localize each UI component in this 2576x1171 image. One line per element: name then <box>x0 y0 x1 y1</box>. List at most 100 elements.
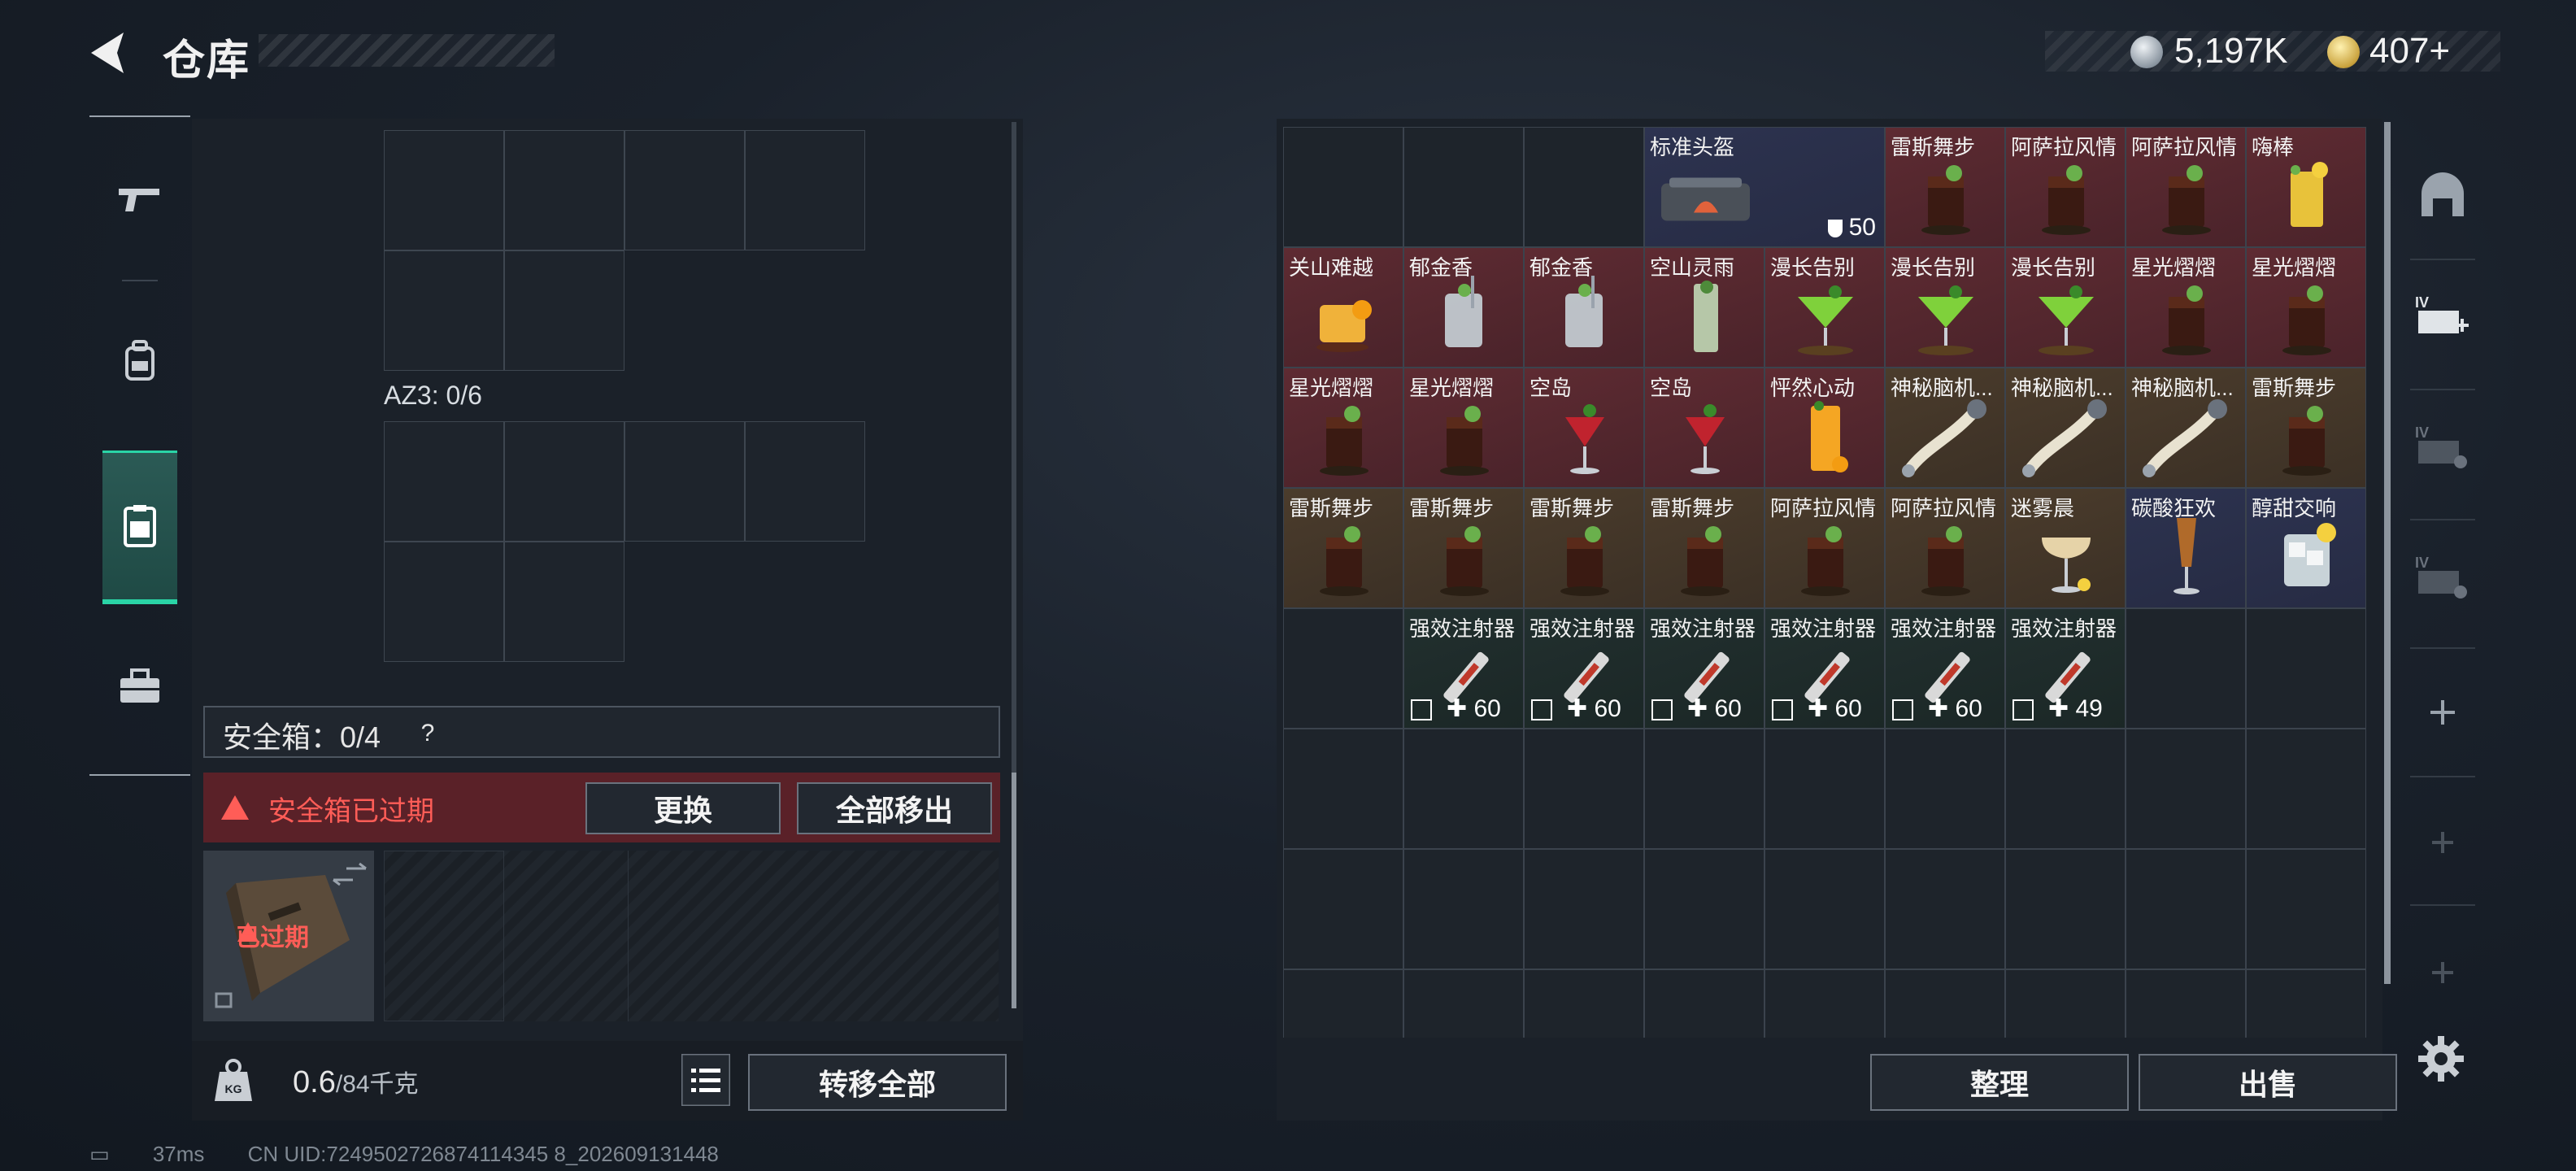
grid-slot[interactable] <box>624 421 745 542</box>
empty-slot[interactable] <box>2126 849 2246 969</box>
inventory-item[interactable]: 雷斯舞步 <box>1283 488 1403 608</box>
empty-slot[interactable] <box>2126 608 2246 729</box>
inventory-item[interactable]: 雷斯舞步 <box>1885 127 2005 247</box>
inventory-item[interactable]: 雷斯舞步 <box>1644 488 1764 608</box>
grid-slot[interactable] <box>504 421 624 542</box>
inventory-item[interactable]: 关山难越 <box>1283 247 1403 368</box>
empty-slot[interactable] <box>2246 608 2366 729</box>
inventory-item[interactable]: 空岛 <box>1524 368 1644 488</box>
back-arrow-icon[interactable] <box>85 28 135 78</box>
remove-all-button[interactable]: 全部移出 <box>797 782 992 834</box>
inventory-item[interactable]: 阿萨拉风情 <box>1885 488 2005 608</box>
grid-slot[interactable] <box>384 250 504 371</box>
grid-slot[interactable] <box>504 542 624 662</box>
storage-iv-locked-tab-1[interactable]: IV <box>2402 407 2483 488</box>
grid-slot[interactable] <box>384 542 504 662</box>
sell-button[interactable]: 出售 <box>2139 1054 2397 1111</box>
inventory-item[interactable]: 强效注射器 ✚ 60 <box>1524 608 1644 729</box>
empty-slot[interactable] <box>1283 127 1403 247</box>
empty-slot[interactable] <box>1524 969 1644 1038</box>
inventory-item[interactable]: 郁金香 <box>1403 247 1524 368</box>
empty-slot[interactable] <box>1885 969 2005 1038</box>
replace-button[interactable]: 更换 <box>585 782 781 834</box>
inventory-item[interactable]: 空山灵雨 <box>1644 247 1764 368</box>
list-view-icon[interactable] <box>681 1054 730 1106</box>
empty-slot[interactable] <box>2246 729 2366 849</box>
empty-slot[interactable] <box>1403 729 1524 849</box>
add-storage-button-3[interactable] <box>2402 932 2483 1013</box>
empty-slot[interactable] <box>1403 969 1524 1038</box>
empty-slot[interactable] <box>1644 729 1764 849</box>
right-scrollbar-thumb[interactable] <box>2384 122 2391 984</box>
sort-button[interactable]: 整理 <box>1870 1054 2129 1111</box>
grid-slot[interactable] <box>384 130 504 250</box>
inventory-item[interactable]: 漫长告别 <box>2005 247 2126 368</box>
grid-slot[interactable] <box>504 250 624 371</box>
inventory-item[interactable]: 强效注射器 ✚ 60 <box>1764 608 1885 729</box>
inventory-item[interactable]: 漫长告别 <box>1764 247 1885 368</box>
inventory-item[interactable]: 标准头盔 50 <box>1644 127 1885 247</box>
inventory-item[interactable]: 强效注射器 ✚ 49 <box>2005 608 2126 729</box>
settings-gear-icon[interactable] <box>2415 1033 2467 1085</box>
tab-toolbox[interactable] <box>102 613 177 760</box>
empty-slot[interactable] <box>1283 608 1403 729</box>
inventory-item[interactable]: 强效注射器 ✚ 60 <box>1644 608 1764 729</box>
inventory-item[interactable]: 碳酸狂欢 <box>2126 488 2246 608</box>
empty-slot[interactable] <box>2126 729 2246 849</box>
inventory-item[interactable]: 阿萨拉风情 <box>2126 127 2246 247</box>
inventory-item[interactable]: 星光熠熠 <box>2246 247 2366 368</box>
transfer-all-button[interactable]: 转移全部 <box>748 1054 1007 1111</box>
empty-slot[interactable] <box>2005 849 2126 969</box>
inventory-item[interactable]: 雷斯舞步 <box>1524 488 1644 608</box>
tab-container[interactable] <box>102 451 177 604</box>
inventory-item[interactable]: 嗨棒 <box>2246 127 2366 247</box>
empty-slot[interactable] <box>1885 849 2005 969</box>
empty-slot[interactable] <box>2005 729 2126 849</box>
grid-slot[interactable] <box>745 421 865 542</box>
empty-slot[interactable] <box>1283 729 1403 849</box>
empty-slot[interactable] <box>1764 849 1885 969</box>
empty-slot[interactable] <box>1524 729 1644 849</box>
empty-slot[interactable] <box>1403 849 1524 969</box>
inventory-item[interactable]: 神秘脑机... <box>2005 368 2126 488</box>
empty-slot[interactable] <box>1644 969 1764 1038</box>
add-storage-button-2[interactable] <box>2402 802 2483 883</box>
tab-weapons[interactable] <box>102 125 177 272</box>
empty-slot[interactable] <box>1283 969 1403 1038</box>
inventory-item[interactable]: 强效注射器 ✚ 60 <box>1403 608 1524 729</box>
storage-iv-locked-tab-2[interactable]: IV <box>2402 537 2483 618</box>
inventory-item[interactable]: 雷斯舞步 <box>1403 488 1524 608</box>
inventory-item[interactable]: 阿萨拉风情 <box>1764 488 1885 608</box>
empty-slot[interactable] <box>2126 969 2246 1038</box>
inventory-item[interactable]: 迷雾晨 <box>2005 488 2126 608</box>
empty-slot[interactable] <box>1885 729 2005 849</box>
grid-slot[interactable] <box>384 421 504 542</box>
expand-storage-iv-tab[interactable]: IV <box>2402 276 2483 358</box>
gold-amount[interactable]: 407+ <box>2369 31 2450 72</box>
grid-slot[interactable] <box>624 130 745 250</box>
empty-slot[interactable] <box>1764 969 1885 1038</box>
inventory-item[interactable]: 郁金香 <box>1524 247 1644 368</box>
inventory-item[interactable]: 雷斯舞步 <box>2246 368 2366 488</box>
inventory-item[interactable]: 空岛 <box>1644 368 1764 488</box>
helmet-slot-tab[interactable] <box>2402 155 2483 236</box>
add-storage-button-1[interactable] <box>2402 672 2483 753</box>
inventory-item[interactable]: 怦然心动 <box>1764 368 1885 488</box>
empty-slot[interactable] <box>1283 849 1403 969</box>
empty-slot[interactable] <box>2246 849 2366 969</box>
inventory-item[interactable]: 漫长告别 <box>1885 247 2005 368</box>
tab-backpack[interactable] <box>102 288 177 434</box>
inventory-item[interactable]: 强效注射器 ✚ 60 <box>1885 608 2005 729</box>
empty-slot[interactable] <box>1644 849 1764 969</box>
help-icon[interactable]: ? <box>410 716 446 751</box>
inventory-item[interactable]: 醇甜交响 <box>2246 488 2366 608</box>
empty-slot[interactable] <box>2005 969 2126 1038</box>
empty-slot[interactable] <box>1403 127 1524 247</box>
inventory-item[interactable]: 星光熠熠 <box>1283 368 1403 488</box>
inventory-item[interactable]: 神秘脑机... <box>2126 368 2246 488</box>
inventory-item[interactable]: 神秘脑机... <box>1885 368 2005 488</box>
inventory-item[interactable]: 星光熠熠 <box>1403 368 1524 488</box>
empty-slot[interactable] <box>2246 969 2366 1038</box>
empty-slot[interactable] <box>1524 849 1644 969</box>
empty-slot[interactable] <box>1524 127 1644 247</box>
